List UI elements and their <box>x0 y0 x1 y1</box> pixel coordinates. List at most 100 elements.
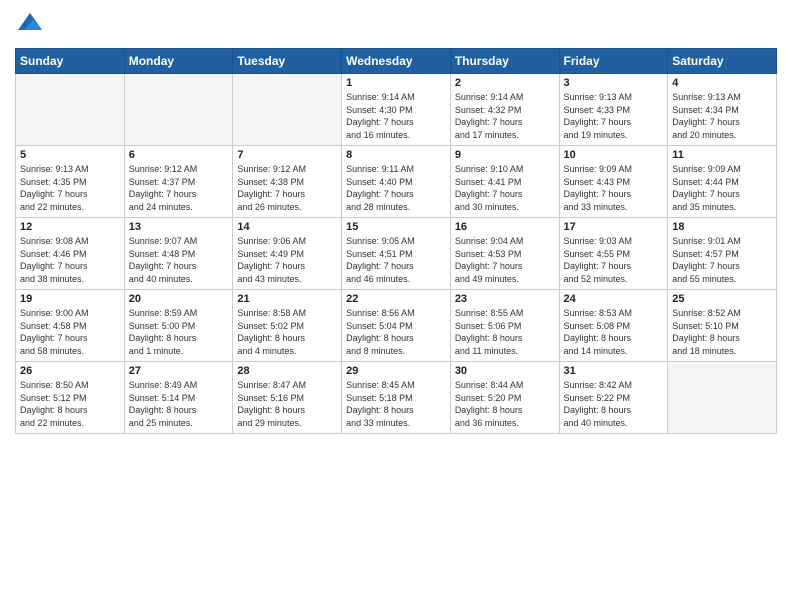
calendar-cell: 3Sunrise: 9:13 AM Sunset: 4:33 PM Daylig… <box>559 74 668 146</box>
weekday-header-saturday: Saturday <box>668 49 777 74</box>
day-number: 7 <box>237 149 337 161</box>
page-header <box>15 10 777 40</box>
day-number: 17 <box>564 221 664 233</box>
day-number: 27 <box>129 365 229 377</box>
day-info: Sunrise: 8:56 AM Sunset: 5:04 PM Dayligh… <box>346 307 446 357</box>
day-info: Sunrise: 8:45 AM Sunset: 5:18 PM Dayligh… <box>346 379 446 429</box>
day-number: 18 <box>672 221 772 233</box>
weekday-header-friday: Friday <box>559 49 668 74</box>
weekday-header-sunday: Sunday <box>16 49 125 74</box>
day-number: 11 <box>672 149 772 161</box>
weekday-header-monday: Monday <box>124 49 233 74</box>
calendar-week-2: 5 Sunrise: 9:13 AM Sunset: 4:35 PM Daylig… <box>16 146 777 218</box>
day-number: 2 <box>455 77 555 89</box>
day-info: Sunrise: 9:12 AM Sunset: 4:38 PM Dayligh… <box>237 163 337 213</box>
day-info: Sunrise: 8:44 AM Sunset: 5:20 PM Dayligh… <box>455 379 555 429</box>
calendar-table: SundayMondayTuesdayWednesdayThursdayFrid… <box>15 48 777 434</box>
calendar-cell: 7 Sunrise: 9:12 AM Sunset: 4:38 PM Daylig… <box>233 146 342 218</box>
calendar-cell: 24 Sunrise: 8:53 AM Sunset: 5:08 PM Dayli… <box>559 290 668 362</box>
calendar-cell: 12Sunrise: 9:08 AM Sunset: 4:46 PM Dayli… <box>16 218 125 290</box>
day-info: Sunrise: 8:50 AM Sunset: 5:12 PM Dayligh… <box>20 379 120 429</box>
calendar-cell: 6 Sunrise: 9:12 AM Sunset: 4:37 PM Daylig… <box>124 146 233 218</box>
day-number: 15 <box>346 221 446 233</box>
calendar-cell: 22 Sunrise: 8:56 AM Sunset: 5:04 PM Dayli… <box>342 290 451 362</box>
calendar-cell: 20 Sunrise: 8:59 AM Sunset: 5:00 PM Dayli… <box>124 290 233 362</box>
day-info: Sunrise: 9:09 AM Sunset: 4:44 PM Dayligh… <box>672 163 772 213</box>
calendar-week-1: 1Sunrise: 9:14 AM Sunset: 4:30 PM Daylig… <box>16 74 777 146</box>
calendar-cell: 8 Sunrise: 9:11 AM Sunset: 4:40 PM Daylig… <box>342 146 451 218</box>
day-info: Sunrise: 9:13 AM Sunset: 4:34 PM Dayligh… <box>672 91 772 141</box>
day-info: Sunrise: 9:14 AM Sunset: 4:30 PM Dayligh… <box>346 91 446 141</box>
calendar-cell: 15Sunrise: 9:05 AM Sunset: 4:51 PM Dayli… <box>342 218 451 290</box>
calendar-cell: 10 Sunrise: 9:09 AM Sunset: 4:43 PM Dayli… <box>559 146 668 218</box>
day-number: 23 <box>455 293 555 305</box>
day-info: Sunrise: 9:06 AM Sunset: 4:49 PM Dayligh… <box>237 235 337 285</box>
calendar-cell: 17 Sunrise: 9:03 AM Sunset: 4:55 PM Dayli… <box>559 218 668 290</box>
day-info: Sunrise: 8:55 AM Sunset: 5:06 PM Dayligh… <box>455 307 555 357</box>
calendar-week-4: 19 Sunrise: 9:00 AM Sunset: 4:58 PM Dayli… <box>16 290 777 362</box>
calendar-cell: 30 Sunrise: 8:44 AM Sunset: 5:20 PM Dayli… <box>450 362 559 434</box>
calendar-cell: 21 Sunrise: 8:58 AM Sunset: 5:02 PM Dayli… <box>233 290 342 362</box>
calendar-cell: 16 Sunrise: 9:04 AM Sunset: 4:53 PM Dayli… <box>450 218 559 290</box>
weekday-header-row: SundayMondayTuesdayWednesdayThursdayFrid… <box>16 49 777 74</box>
day-number: 13 <box>129 221 229 233</box>
logo-icon <box>15 10 45 40</box>
calendar-cell: 5 Sunrise: 9:13 AM Sunset: 4:35 PM Daylig… <box>16 146 125 218</box>
day-number: 22 <box>346 293 446 305</box>
calendar-cell: 4 Sunrise: 9:13 AM Sunset: 4:34 PM Daylig… <box>668 74 777 146</box>
calendar-cell <box>668 362 777 434</box>
calendar-cell: 14 Sunrise: 9:06 AM Sunset: 4:49 PM Dayli… <box>233 218 342 290</box>
day-number: 26 <box>20 365 120 377</box>
calendar-week-5: 26 Sunrise: 8:50 AM Sunset: 5:12 PM Dayli… <box>16 362 777 434</box>
day-number: 14 <box>237 221 337 233</box>
calendar-cell: 26 Sunrise: 8:50 AM Sunset: 5:12 PM Dayli… <box>16 362 125 434</box>
day-number: 6 <box>129 149 229 161</box>
day-info: Sunrise: 9:11 AM Sunset: 4:40 PM Dayligh… <box>346 163 446 213</box>
day-info: Sunrise: 8:59 AM Sunset: 5:00 PM Dayligh… <box>129 307 229 357</box>
day-number: 20 <box>129 293 229 305</box>
day-number: 16 <box>455 221 555 233</box>
day-info: Sunrise: 9:03 AM Sunset: 4:55 PM Dayligh… <box>564 235 664 285</box>
day-number: 4 <box>672 77 772 89</box>
day-number: 10 <box>564 149 664 161</box>
day-number: 8 <box>346 149 446 161</box>
day-info: Sunrise: 8:42 AM Sunset: 5:22 PM Dayligh… <box>564 379 664 429</box>
calendar-cell: 13 Sunrise: 9:07 AM Sunset: 4:48 PM Dayli… <box>124 218 233 290</box>
calendar-cell: 2Sunrise: 9:14 AM Sunset: 4:32 PM Daylig… <box>450 74 559 146</box>
calendar-cell: 31Sunrise: 8:42 AM Sunset: 5:22 PM Dayli… <box>559 362 668 434</box>
calendar-cell: 18 Sunrise: 9:01 AM Sunset: 4:57 PM Dayli… <box>668 218 777 290</box>
calendar-cell: 27Sunrise: 8:49 AM Sunset: 5:14 PM Dayli… <box>124 362 233 434</box>
day-number: 28 <box>237 365 337 377</box>
day-info: Sunrise: 9:12 AM Sunset: 4:37 PM Dayligh… <box>129 163 229 213</box>
day-info: Sunrise: 9:08 AM Sunset: 4:46 PM Dayligh… <box>20 235 120 285</box>
day-number: 5 <box>20 149 120 161</box>
calendar-cell: 9Sunrise: 9:10 AM Sunset: 4:41 PM Daylig… <box>450 146 559 218</box>
day-info: Sunrise: 9:01 AM Sunset: 4:57 PM Dayligh… <box>672 235 772 285</box>
day-number: 9 <box>455 149 555 161</box>
calendar-cell <box>16 74 125 146</box>
day-info: Sunrise: 9:09 AM Sunset: 4:43 PM Dayligh… <box>564 163 664 213</box>
weekday-header-tuesday: Tuesday <box>233 49 342 74</box>
day-info: Sunrise: 8:53 AM Sunset: 5:08 PM Dayligh… <box>564 307 664 357</box>
calendar-cell: 29 Sunrise: 8:45 AM Sunset: 5:18 PM Dayli… <box>342 362 451 434</box>
day-info: Sunrise: 9:13 AM Sunset: 4:35 PM Dayligh… <box>20 163 120 213</box>
calendar-cell: 25 Sunrise: 8:52 AM Sunset: 5:10 PM Dayli… <box>668 290 777 362</box>
day-number: 29 <box>346 365 446 377</box>
weekday-header-wednesday: Wednesday <box>342 49 451 74</box>
day-info: Sunrise: 8:52 AM Sunset: 5:10 PM Dayligh… <box>672 307 772 357</box>
day-number: 25 <box>672 293 772 305</box>
day-number: 21 <box>237 293 337 305</box>
day-info: Sunrise: 8:58 AM Sunset: 5:02 PM Dayligh… <box>237 307 337 357</box>
calendar-cell: 11 Sunrise: 9:09 AM Sunset: 4:44 PM Dayli… <box>668 146 777 218</box>
day-info: Sunrise: 9:00 AM Sunset: 4:58 PM Dayligh… <box>20 307 120 357</box>
calendar-cell: 1Sunrise: 9:14 AM Sunset: 4:30 PM Daylig… <box>342 74 451 146</box>
day-number: 19 <box>20 293 120 305</box>
day-info: Sunrise: 9:07 AM Sunset: 4:48 PM Dayligh… <box>129 235 229 285</box>
day-number: 30 <box>455 365 555 377</box>
day-info: Sunrise: 9:04 AM Sunset: 4:53 PM Dayligh… <box>455 235 555 285</box>
calendar-cell: 28Sunrise: 8:47 AM Sunset: 5:16 PM Dayli… <box>233 362 342 434</box>
day-number: 24 <box>564 293 664 305</box>
calendar-cell: 23 Sunrise: 8:55 AM Sunset: 5:06 PM Dayli… <box>450 290 559 362</box>
calendar-week-3: 12Sunrise: 9:08 AM Sunset: 4:46 PM Dayli… <box>16 218 777 290</box>
calendar-cell: 19 Sunrise: 9:00 AM Sunset: 4:58 PM Dayli… <box>16 290 125 362</box>
